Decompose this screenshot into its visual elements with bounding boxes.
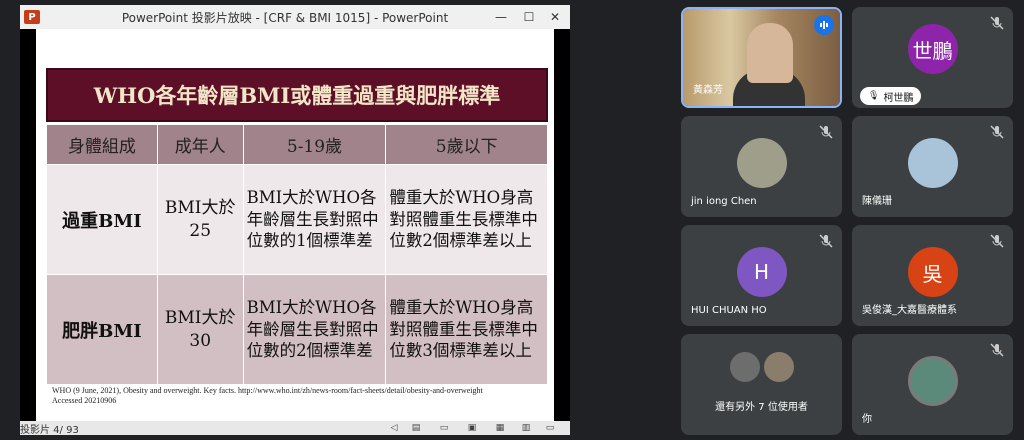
notes-icon[interactable]: ▤ bbox=[410, 422, 422, 434]
table-row: 肥胖BMI BMI大於30 BMI大於WHO各年齡層生長對照中位數的2個標準差 … bbox=[46, 274, 548, 385]
mic-off-icon bbox=[989, 124, 1005, 140]
slide-title-banner: WHO各年齡層BMI或體重過重與肥胖標準 bbox=[46, 68, 548, 122]
slide-margin-left bbox=[20, 29, 36, 421]
speaking-icon bbox=[814, 15, 834, 35]
avatar bbox=[729, 352, 760, 382]
avatar: 世鵬 bbox=[907, 24, 958, 74]
avatar bbox=[763, 352, 794, 382]
mic-off-icon bbox=[989, 233, 1005, 249]
cell-adult: BMI大於30 bbox=[156, 274, 244, 385]
cell-under-5: 體重大於WHO身高對照體重生長標準中位數3個標準差以上 bbox=[385, 274, 548, 385]
avatar bbox=[736, 138, 787, 188]
normal-view-icon[interactable]: ▣ bbox=[466, 422, 478, 434]
citation-line: WHO (9 June, 2021), Obesity and overweig… bbox=[52, 386, 483, 395]
row-label-obese: 肥胖BMI bbox=[46, 274, 158, 385]
header-body-composition: 身體組成 bbox=[46, 124, 158, 165]
participant-name: 你 bbox=[862, 414, 872, 425]
avatar bbox=[907, 138, 958, 188]
cell-adult: BMI大於25 bbox=[156, 164, 244, 275]
cell-age-5-19: BMI大於WHO各年齡層生長對照中位數的2個標準差 bbox=[242, 274, 387, 385]
table-row: 過重BMI BMI大於25 BMI大於WHO各年齡層生長對照中位數的1個標準差 … bbox=[46, 164, 548, 275]
mic-off-icon bbox=[989, 342, 1005, 358]
prev-slide-icon[interactable]: ◁ bbox=[388, 422, 400, 434]
participant-tile[interactable]: jin iong Chen bbox=[681, 116, 842, 217]
powerpoint-window: P PowerPoint 投影片放映 - [CRF & BMI 1015] - … bbox=[20, 5, 570, 436]
participant-face bbox=[747, 23, 793, 83]
comments-icon[interactable]: ▭ bbox=[438, 422, 450, 434]
slideshow-view-icon[interactable]: ▭ bbox=[544, 422, 556, 434]
header-under-5: 5歲以下 bbox=[385, 124, 548, 165]
citation: WHO (9 June, 2021), Obesity and overweig… bbox=[52, 386, 547, 406]
row-label-overweight: 過重BMI bbox=[46, 164, 158, 275]
participant-name: 陳儀珊 bbox=[862, 196, 892, 207]
participant-tile[interactable]: 陳儀珊 bbox=[852, 116, 1013, 217]
close-icon[interactable]: ✕ bbox=[542, 5, 568, 29]
sorter-view-icon[interactable]: ▦ bbox=[494, 422, 506, 434]
participant-tile[interactable]: 吳 吳俊漢_大嘉醫療體系 bbox=[852, 225, 1013, 326]
cell-age-5-19: BMI大於WHO各年齡層生長對照中位數的1個標準差 bbox=[242, 164, 387, 275]
participant-tile[interactable]: 世鵬 🎙 柯世鵬 bbox=[852, 7, 1013, 108]
mic-off-small-icon: 🎙 bbox=[868, 91, 880, 101]
mic-off-icon bbox=[818, 233, 834, 249]
participant-name: HUI CHUAN HO bbox=[691, 305, 767, 316]
cell-under-5: 體重大於WHO身高對照體重生長標準中位數2個標準差以上 bbox=[385, 164, 548, 275]
mic-off-icon bbox=[989, 15, 1005, 31]
window-title: PowerPoint 投影片放映 - [CRF & BMI 1015] - Po… bbox=[121, 10, 449, 25]
header-adult: 成年人 bbox=[156, 124, 244, 165]
ppt-titlebar: P PowerPoint 投影片放映 - [CRF & BMI 1015] - … bbox=[20, 5, 570, 29]
participant-name: 吳俊漢_大嘉醫療體系 bbox=[862, 305, 957, 316]
avatar: H bbox=[736, 247, 787, 297]
participant-tile[interactable]: H HUI CHUAN HO bbox=[681, 225, 842, 326]
citation-line: Accessed 20210906 bbox=[52, 396, 117, 405]
name-chip: 🎙 柯世鵬 bbox=[860, 87, 922, 105]
slide-title: WHO各年齡層BMI或體重過重與肥胖標準 bbox=[93, 83, 501, 108]
participant-name: 還有另外 7 位使用者 bbox=[715, 402, 808, 413]
participant-tile[interactable]: 還有另外 7 位使用者 bbox=[681, 334, 842, 435]
participant-name: 黃森芳 bbox=[693, 85, 723, 96]
bmi-standards-table: 身體組成 成年人 5-19歲 5歲以下 過重BMI BMI大於25 BMI大於W… bbox=[46, 124, 548, 385]
avatar bbox=[907, 356, 958, 406]
minimize-icon[interactable]: — bbox=[488, 5, 514, 29]
slide-margin-right bbox=[554, 29, 570, 421]
table-header-row: 身體組成 成年人 5-19歲 5歲以下 bbox=[46, 124, 548, 165]
slide-counter: 投影片 4/ 93 bbox=[20, 425, 79, 436]
participant-tile[interactable]: 黃森芳 bbox=[681, 7, 842, 108]
participant-name: 柯世鵬 bbox=[883, 92, 914, 104]
ppt-statusbar: 投影片 4/ 93 ◁ ▤ ▭ ▣ ▦ ▥ ▭ bbox=[20, 421, 570, 436]
mic-off-icon bbox=[818, 124, 834, 140]
participant-tile[interactable]: 你 bbox=[852, 334, 1013, 435]
header-age-5-19: 5-19歲 bbox=[242, 124, 387, 165]
avatar: 吳 bbox=[907, 247, 958, 297]
participant-name: jin iong Chen bbox=[691, 196, 757, 207]
reading-view-icon[interactable]: ▥ bbox=[520, 422, 532, 434]
maximize-icon[interactable]: ☐ bbox=[516, 5, 542, 29]
